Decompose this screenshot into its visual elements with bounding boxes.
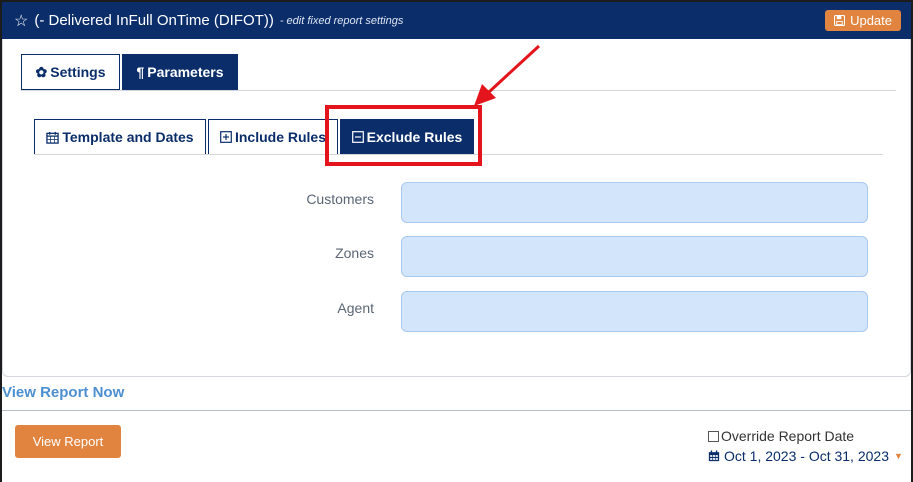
report-title: (- Delivered InFull OnTime (DIFOT)) <box>34 12 274 29</box>
override-report-date: Override Report Date <box>708 428 854 444</box>
view-report-button[interactable]: View Report <box>15 425 121 458</box>
report-subtitle: - edit fixed report settings <box>279 14 404 27</box>
tab-include-rules[interactable]: Include Rules <box>208 119 338 155</box>
customers-label: Customers <box>306 191 374 207</box>
date-range-picker[interactable]: Oct 1, 2023 - Oct 31, 2023 ▼ <box>708 448 903 464</box>
agent-label: Agent <box>337 300 374 316</box>
zones-label: Zones <box>335 245 374 261</box>
update-button[interactable]: Update <box>825 10 901 31</box>
override-report-date-checkbox[interactable] <box>708 430 719 442</box>
tab-settings[interactable]: ✿ Settings <box>21 54 120 90</box>
caret-down-icon: ▼ <box>894 451 903 461</box>
date-range-value: Oct 1, 2023 - Oct 31, 2023 <box>724 448 889 464</box>
tab-template-and-dates-label: Template and Dates <box>62 129 194 145</box>
override-report-date-label: Override Report Date <box>721 428 855 444</box>
calendar-icon <box>708 450 720 462</box>
agent-input[interactable] <box>401 291 868 332</box>
report-header: ☆ (- Delivered InFull OnTime (DIFOT)) - … <box>2 2 911 39</box>
main-tabs-divider <box>21 90 896 91</box>
settings-panel: ✿ Settings ¶ Parameters Template and Dat… <box>2 39 911 377</box>
tab-template-and-dates[interactable]: Template and Dates <box>34 119 206 155</box>
pilcrow-icon: ¶ <box>136 64 145 80</box>
tab-settings-label: Settings <box>50 64 106 80</box>
gear-icon: ✿ <box>35 63 48 80</box>
customers-input[interactable] <box>401 182 868 223</box>
annotation-highlight-box <box>325 105 482 166</box>
save-icon <box>834 15 846 26</box>
tab-parameters-label: Parameters <box>147 64 224 80</box>
star-icon[interactable]: ☆ <box>14 11 28 31</box>
zones-input[interactable] <box>401 236 868 277</box>
tab-include-rules-label: Include Rules <box>234 129 327 145</box>
report-footer: View Report Override Report Date Oct 1, … <box>2 411 911 482</box>
plus-square-icon <box>220 131 232 143</box>
view-report-now-link[interactable]: View Report Now <box>2 384 124 401</box>
tab-parameters[interactable]: ¶ Parameters <box>122 54 238 90</box>
calendar-icon <box>46 131 60 144</box>
update-label: Update <box>850 13 892 28</box>
